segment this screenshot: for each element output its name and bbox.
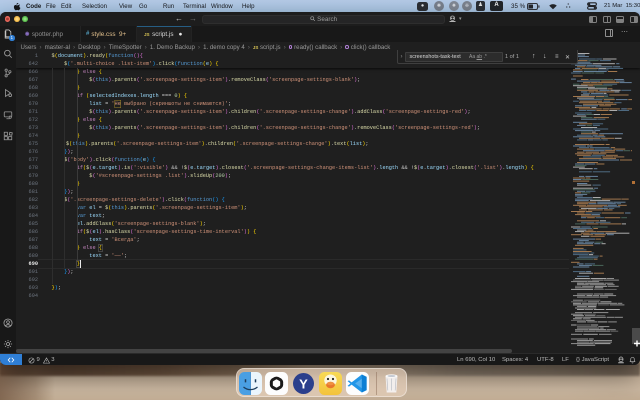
svg-text:Y: Y [299,377,308,392]
